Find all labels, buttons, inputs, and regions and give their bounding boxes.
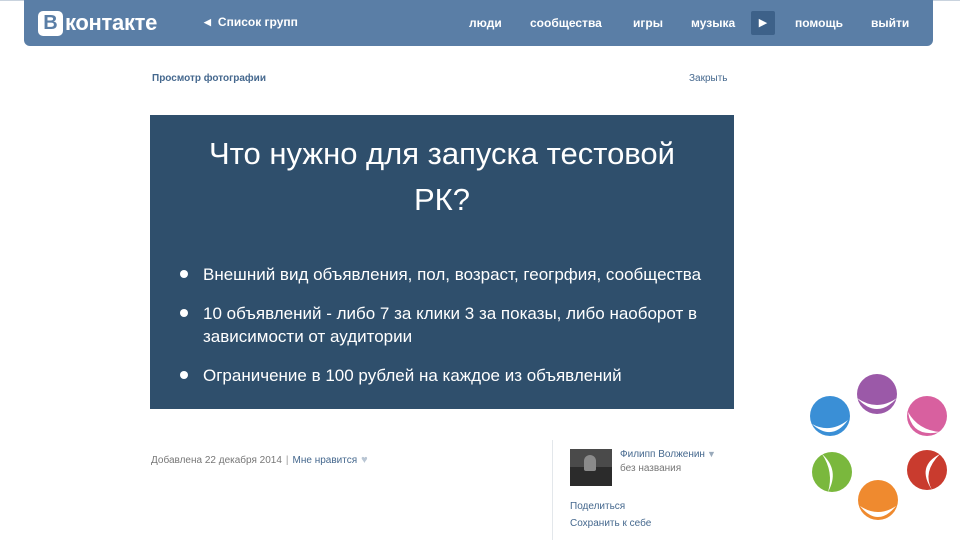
decor-circle-blue xyxy=(810,396,850,436)
author-name: Филипп Волженин xyxy=(620,449,705,460)
album-name: без названия xyxy=(620,463,682,474)
back-to-groups-link[interactable]: ◀ Список групп xyxy=(204,15,298,29)
bullet-icon xyxy=(180,309,188,317)
save-to-self-link[interactable]: Сохранить к себе xyxy=(570,518,651,529)
added-date: Добавлена 22 декабря 2014 xyxy=(151,455,282,466)
slide-bullet: 10 объявлений - либо 7 за клики 3 за пок… xyxy=(180,302,725,348)
logo-icon: В xyxy=(38,10,63,36)
vk-logo[interactable]: В контакте xyxy=(38,10,157,36)
vertical-divider xyxy=(552,440,553,540)
bullet-text: Ограничение в 100 рублей на каждое из об… xyxy=(203,366,622,385)
photo-viewer-title: Просмотр фотографии xyxy=(152,73,266,84)
nav-music[interactable]: музыка xyxy=(691,16,735,30)
close-button[interactable]: Закрыть xyxy=(689,73,728,84)
nav-help[interactable]: помощь xyxy=(795,16,843,30)
meta-separator: | xyxy=(285,455,289,466)
decor-circle-pink xyxy=(907,396,947,436)
slide-title-line-1: Что нужно для запуска тестовой xyxy=(209,136,675,171)
decor-circle-orange xyxy=(858,480,898,520)
play-icon: ▶ xyxy=(758,17,768,29)
nav-games[interactable]: игры xyxy=(633,16,663,30)
author-avatar[interactable] xyxy=(570,449,612,486)
decorative-circles-logo xyxy=(810,374,947,520)
bullet-text: Внешний вид объявления, пол, возраст, ге… xyxy=(203,265,702,284)
slide-bullet: Ограничение в 100 рублей на каждое из об… xyxy=(180,364,725,387)
nav-logout[interactable]: выйти xyxy=(871,16,909,30)
nav-people[interactable]: люди xyxy=(469,16,502,30)
bullet-icon xyxy=(180,371,188,379)
share-link[interactable]: Поделиться xyxy=(570,501,625,512)
slide-bullet: Внешний вид объявления, пол, возраст, ге… xyxy=(180,263,725,286)
author-link[interactable]: Филипп Волженин ▼ xyxy=(620,449,716,460)
like-button[interactable]: Мне нравится xyxy=(293,455,358,466)
decor-circle-purple xyxy=(857,374,897,414)
back-label: Список групп xyxy=(217,15,298,29)
back-arrow-icon: ◀ xyxy=(204,16,211,27)
decor-circle-green xyxy=(812,452,852,492)
chevron-down-icon[interactable]: ▼ xyxy=(707,449,716,459)
slide-bullet-list: Внешний вид объявления, пол, возраст, ге… xyxy=(180,263,725,403)
top-navigation-bar: В контакте ◀ Список групп люди сообществ… xyxy=(24,0,933,46)
nav-communities[interactable]: сообщества xyxy=(530,16,602,30)
photo-meta: Добавлена 22 декабря 2014 | Мне нравится ♥ xyxy=(151,454,368,466)
play-button[interactable]: ▶ xyxy=(751,11,775,35)
slide-title-line-2: РК? xyxy=(414,182,470,217)
bullet-text: 10 объявлений - либо 7 за клики 3 за пок… xyxy=(203,304,698,346)
logo-text: контакте xyxy=(65,10,158,35)
bullet-icon xyxy=(180,270,188,278)
slide-title: Что нужно для запуска тестовой РК? xyxy=(150,131,734,223)
heart-icon[interactable]: ♥ xyxy=(361,454,368,466)
decor-circle-red xyxy=(907,450,947,490)
avatar-figure-shape xyxy=(584,455,596,471)
photo-slide[interactable]: Что нужно для запуска тестовой РК? Внешн… xyxy=(150,115,734,409)
